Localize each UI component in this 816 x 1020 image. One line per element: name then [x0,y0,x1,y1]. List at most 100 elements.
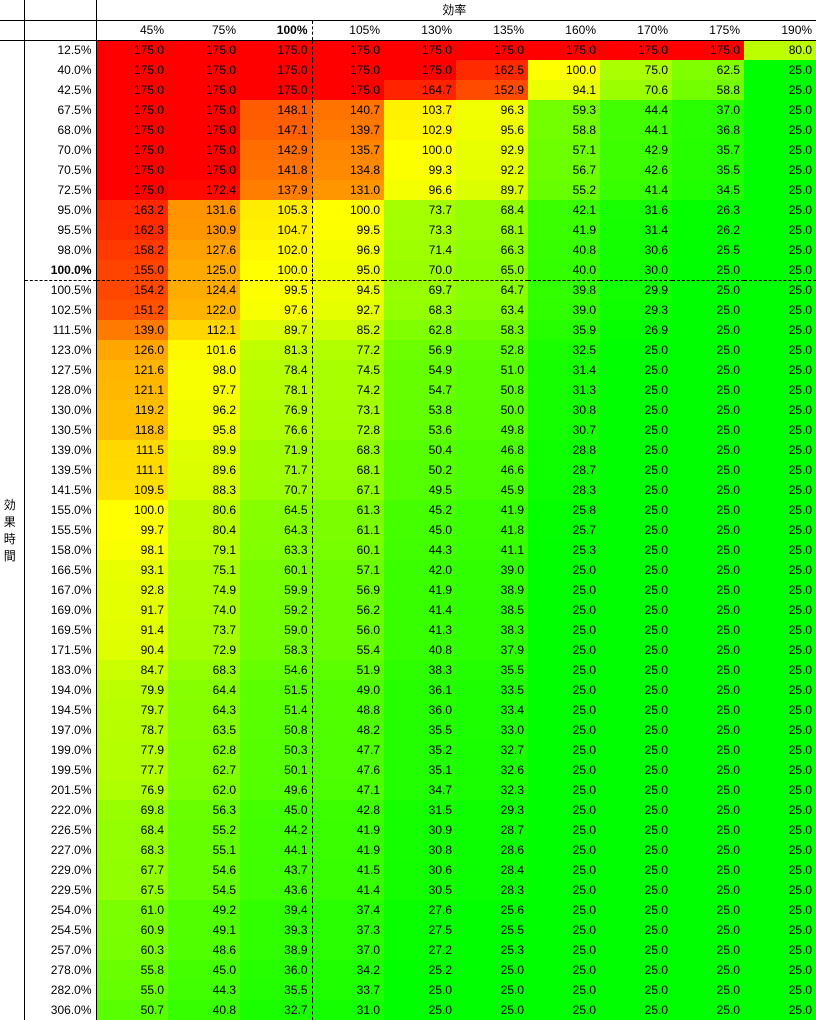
heatmap-cell: 25.0 [528,680,600,700]
heatmap-cell: 68.3 [96,840,168,860]
heatmap-cell: 25.0 [528,620,600,640]
heatmap-cell: 29.3 [600,300,672,320]
heatmap-cell: 25.0 [600,800,672,820]
heatmap-cell: 77.2 [312,340,384,360]
heatmap-cell: 25.0 [744,880,816,900]
heatmap-cell: 74.5 [312,360,384,380]
heatmap-cell: 148.1 [240,100,312,120]
heatmap-cell: 25.0 [744,960,816,980]
heatmap-cell: 124.4 [168,280,240,300]
row-header: 139.5% [24,460,96,480]
heatmap-cell: 57.1 [312,560,384,580]
row-header: 229.5% [24,880,96,900]
heatmap-cell: 25.0 [672,600,744,620]
heatmap-cell: 26.2 [672,220,744,240]
heatmap-cell: 25.0 [744,140,816,160]
heatmap-cell: 25.0 [600,900,672,920]
heatmap-cell: 112.1 [168,320,240,340]
heatmap-cell: 68.3 [168,660,240,680]
row-header: 227.0% [24,840,96,860]
heatmap-cell: 175.0 [96,100,168,120]
heatmap-cell: 47.6 [312,760,384,780]
heatmap-cell: 175.0 [96,140,168,160]
row-header: 123.0% [24,340,96,360]
heatmap-cell: 62.5 [672,60,744,80]
heatmap-cell: 25.0 [744,620,816,640]
heatmap-cell: 59.3 [528,100,600,120]
heatmap-cell: 27.2 [384,940,456,960]
heatmap-cell: 44.4 [600,100,672,120]
heatmap-cell: 175.0 [96,60,168,80]
heatmap-cell: 45.0 [168,960,240,980]
heatmap-cell: 111.1 [96,460,168,480]
row-header: 171.5% [24,640,96,660]
heatmap-cell: 103.7 [384,100,456,120]
heatmap-cell: 25.3 [528,540,600,560]
heatmap-cell: 25.0 [744,200,816,220]
heatmap-cell: 89.7 [240,320,312,340]
heatmap-cell: 127.6 [168,240,240,260]
row-header: 98.0% [24,240,96,260]
heatmap-cell: 80.6 [168,500,240,520]
row-header: 229.0% [24,860,96,880]
heatmap-cell: 25.8 [528,500,600,520]
heatmap-cell: 62.7 [168,760,240,780]
heatmap-cell: 88.3 [168,480,240,500]
heatmap-cell: 25.0 [744,760,816,780]
heatmap-cell: 78.1 [240,380,312,400]
heatmap-cell: 92.7 [312,300,384,320]
heatmap-cell: 60.9 [96,920,168,940]
heatmap-cell: 25.0 [528,880,600,900]
row-header: 42.5% [24,80,96,100]
heatmap-cell: 48.2 [312,720,384,740]
heatmap-cell: 163.2 [96,200,168,220]
heatmap-cell: 35.5 [672,160,744,180]
row-header: 158.0% [24,540,96,560]
heatmap-cell: 25.0 [456,1000,528,1020]
heatmap-cell: 175.0 [456,40,528,60]
heatmap-cell: 41.4 [384,600,456,620]
heatmap-cell: 76.6 [240,420,312,440]
heatmap-cell: 28.7 [528,460,600,480]
col-header: 135% [456,20,528,40]
heatmap-cell: 25.0 [528,640,600,660]
heatmap-cell: 140.7 [312,100,384,120]
heatmap-cell: 96.2 [168,400,240,420]
heatmap-cell: 34.7 [384,780,456,800]
row-header: 68.0% [24,120,96,140]
heatmap-cell: 25.0 [600,540,672,560]
heatmap-cell: 78.7 [96,720,168,740]
heatmap-cell: 44.1 [240,840,312,860]
heatmap-cell: 25.0 [600,980,672,1000]
heatmap-cell: 55.2 [168,820,240,840]
heatmap-cell: 44.1 [600,120,672,140]
heatmap-cell: 25.0 [528,720,600,740]
col-header: 175% [672,20,744,40]
heatmap-cell: 25.3 [456,940,528,960]
heatmap-cell: 30.6 [600,240,672,260]
heatmap-cell: 31.0 [312,1000,384,1020]
heatmap-cell: 53.8 [384,400,456,420]
heatmap-cell: 92.9 [456,140,528,160]
heatmap-cell: 38.5 [456,600,528,620]
heatmap-cell: 126.0 [96,340,168,360]
heatmap-cell: 25.0 [672,580,744,600]
col-header: 160% [528,20,600,40]
col-header: 75% [168,20,240,40]
row-header: 306.0% [24,1000,96,1020]
heatmap-cell: 25.0 [672,620,744,640]
heatmap-cell: 25.0 [600,400,672,420]
heatmap-cell: 73.3 [384,220,456,240]
heatmap-cell: 41.1 [456,540,528,560]
col-header: 130% [384,20,456,40]
heatmap-cell: 25.0 [600,860,672,880]
heatmap-cell: 64.5 [240,500,312,520]
row-header: 169.0% [24,600,96,620]
heatmap-cell: 175.0 [168,120,240,140]
heatmap-cell: 25.0 [600,880,672,900]
heatmap-cell: 25.0 [744,420,816,440]
heatmap-cell: 72.9 [168,640,240,660]
heatmap-cell: 41.8 [456,520,528,540]
heatmap-cell: 28.6 [456,840,528,860]
heatmap-cell: 25.0 [528,580,600,600]
